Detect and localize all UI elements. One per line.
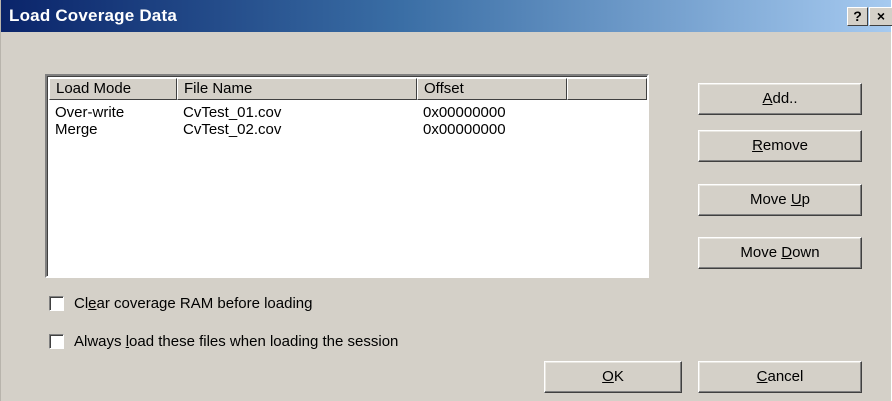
dialog-title: Load Coverage Data (9, 6, 177, 25)
table-row[interactable]: Over-write CvTest_01.cov 0x00000000 (49, 104, 647, 121)
column-header-file-name[interactable]: File Name (177, 78, 417, 100)
load-coverage-data-dialog: Load Coverage Data ? × Load Mode File Na… (0, 0, 892, 401)
move-down-mnemonic: D (781, 244, 793, 261)
move-up-button[interactable]: Move Up (698, 184, 862, 216)
cell-offset: 0x00000000 (423, 104, 506, 121)
add-button[interactable]: Add.. (698, 83, 862, 115)
always-load-label[interactable]: Always load these files when loading the… (74, 333, 398, 351)
clear-ram-prefix: Cl (74, 295, 89, 312)
remove-label: emove (762, 137, 808, 154)
cell-file-name: CvTest_02.cov (183, 121, 282, 138)
table-row[interactable]: Merge CvTest_02.cov 0x00000000 (49, 121, 647, 138)
cancel-mnemonic: C (756, 368, 768, 385)
move-down-prefix: Move (740, 244, 782, 261)
cancel-button[interactable]: Cancel (698, 361, 862, 393)
column-header-blank[interactable] (567, 78, 647, 100)
cancel-label: ancel (767, 368, 804, 385)
column-header-load-mode[interactable]: Load Mode (49, 78, 177, 100)
move-down-button[interactable]: Move Down (698, 237, 862, 269)
list-header: Load Mode File Name Offset (49, 78, 647, 100)
always-load-rest: oad these files when loading the session (129, 333, 399, 350)
title-bar[interactable]: Load Coverage Data ? × (1, 0, 892, 32)
remove-mnemonic: R (752, 137, 763, 154)
clear-ram-label[interactable]: Clear coverage RAM before loading (74, 295, 312, 313)
add-mnemonic: A (762, 90, 773, 107)
cell-load-mode: Merge (55, 121, 98, 138)
cell-offset: 0x00000000 (423, 121, 506, 138)
coverage-file-list[interactable]: Load Mode File Name Offset Over-write Cv… (45, 74, 649, 278)
move-up-mnemonic: U (790, 191, 802, 208)
column-header-offset[interactable]: Offset (417, 78, 567, 100)
clear-ram-rest: ar coverage RAM before loading (96, 295, 313, 312)
add-label: dd.. (772, 90, 798, 107)
remove-button[interactable]: Remove (698, 130, 862, 162)
ok-label: K (613, 368, 624, 385)
move-up-prefix: Move (749, 191, 791, 208)
move-down-label: own (792, 244, 820, 261)
help-icon[interactable]: ? (847, 7, 868, 26)
ok-button[interactable]: OK (544, 361, 682, 393)
close-icon[interactable]: × (869, 7, 892, 26)
cell-load-mode: Over-write (55, 104, 125, 121)
cell-file-name: CvTest_01.cov (183, 104, 282, 121)
always-load-checkbox[interactable] (49, 334, 64, 349)
ok-mnemonic: O (602, 368, 614, 385)
always-load-prefix: Always (74, 333, 126, 350)
move-up-label: p (801, 191, 811, 208)
clear-ram-checkbox[interactable] (49, 296, 64, 311)
clear-ram-mnemonic: e (88, 295, 97, 312)
